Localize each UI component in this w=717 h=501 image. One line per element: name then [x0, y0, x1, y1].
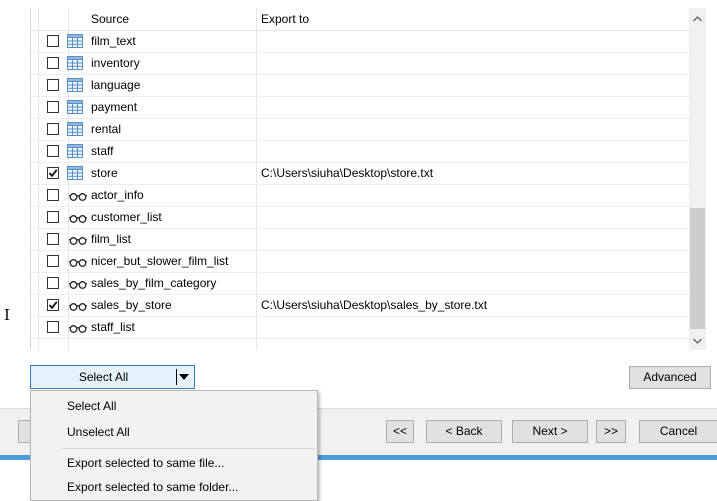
table-grid-icon: [67, 144, 83, 158]
table-header: Source Export to: [30, 8, 689, 31]
vertical-scrollbar[interactable]: [689, 8, 706, 350]
table-row[interactable]: customer_list: [30, 207, 689, 229]
table-grid-icon: [67, 78, 83, 92]
table-row[interactable]: sales_by_film_category: [30, 273, 689, 295]
cancel-button[interactable]: Cancel: [639, 420, 717, 443]
row-checkbox[interactable]: [47, 321, 59, 333]
row-checkbox[interactable]: [47, 123, 59, 135]
chevron-up-icon[interactable]: [689, 11, 706, 28]
glasses-icon: [68, 301, 88, 311]
glasses-icon: [68, 279, 88, 289]
row-checkbox[interactable]: [47, 189, 59, 201]
glasses-icon: [68, 257, 88, 267]
source-name: language: [91, 78, 141, 92]
table-row[interactable]: store C:\Users\siuha\Desktop\store.txt: [30, 163, 689, 185]
row-checkbox[interactable]: [47, 211, 59, 223]
source-name: staff: [91, 144, 114, 158]
table-grid-icon: [67, 34, 83, 48]
row-checkbox[interactable]: [47, 255, 59, 267]
table-grid-icon: [67, 122, 83, 136]
table-grid-icon: [67, 56, 83, 70]
text-cursor-icon: I: [4, 306, 10, 324]
table-row[interactable]: film_list: [30, 229, 689, 251]
source-name: staff_list: [91, 320, 135, 334]
source-name: film_list: [91, 232, 132, 246]
chevron-down-icon[interactable]: [689, 333, 706, 350]
table-row[interactable]: film_text: [30, 31, 689, 53]
column-header-source[interactable]: Source: [91, 8, 129, 30]
caret-down-icon[interactable]: [179, 374, 189, 380]
row-checkbox-checked[interactable]: [47, 167, 59, 179]
column-header-export-to[interactable]: Export to: [261, 8, 309, 30]
row-checkbox-checked[interactable]: [47, 299, 59, 311]
table-row[interactable]: staff_list: [30, 317, 689, 339]
source-name: sales_by_store: [91, 298, 172, 312]
table-row[interactable]: actor_info: [30, 185, 689, 207]
row-checkbox[interactable]: [47, 233, 59, 245]
source-name: film_text: [91, 34, 136, 48]
table-row[interactable]: nicer_but_slower_film_list: [30, 251, 689, 273]
menu-item-unselect-all[interactable]: Unselect All: [67, 421, 130, 443]
table-row[interactable]: staff: [30, 141, 689, 163]
select-all-split-button[interactable]: Select All: [30, 365, 195, 389]
glasses-icon: [68, 191, 88, 201]
menu-separator: [63, 448, 315, 449]
table-grid-icon: [67, 100, 83, 114]
row-checkbox[interactable]: [47, 57, 59, 69]
source-name: inventory: [91, 56, 140, 70]
menu-item-select-all[interactable]: Select All: [67, 395, 116, 417]
select-all-dropdown-menu: Select All Unselect All Export selected …: [30, 390, 318, 501]
row-checkbox[interactable]: [47, 35, 59, 47]
source-name: actor_info: [91, 188, 144, 202]
table-row[interactable]: rental: [30, 119, 689, 141]
menu-item-export-same-folder[interactable]: Export selected to same folder...: [67, 476, 238, 498]
back-button[interactable]: < Back: [426, 420, 502, 443]
source-name: nicer_but_slower_film_list: [91, 254, 229, 268]
row-checkbox[interactable]: [47, 145, 59, 157]
table-row[interactable]: inventory: [30, 53, 689, 75]
last-page-button[interactable]: >>: [596, 420, 626, 443]
source-name: sales_by_film_category: [91, 276, 217, 290]
table-row[interactable]: sales_by_store C:\Users\siuha\Desktop\sal…: [30, 295, 689, 317]
table-border: [30, 8, 31, 350]
advanced-button[interactable]: Advanced: [629, 366, 711, 389]
first-page-button[interactable]: <<: [386, 420, 414, 443]
row-checkbox[interactable]: [47, 79, 59, 91]
scrollbar-thumb[interactable]: [690, 208, 705, 329]
glasses-icon: [68, 213, 88, 223]
export-path[interactable]: C:\Users\siuha\Desktop\sales_by_store.tx…: [261, 295, 487, 316]
table-grid-icon: [67, 166, 83, 180]
next-button[interactable]: Next >: [512, 420, 588, 443]
menu-item-export-same-file[interactable]: Export selected to same file...: [67, 452, 224, 474]
export-path[interactable]: C:\Users\siuha\Desktop\store.txt: [261, 163, 433, 184]
table-row[interactable]: payment: [30, 97, 689, 119]
glasses-icon: [68, 323, 88, 333]
source-name: payment: [91, 100, 138, 114]
split-divider: [176, 369, 177, 385]
select-all-button[interactable]: Select All: [31, 366, 176, 388]
table-row[interactable]: language: [30, 75, 689, 97]
source-name: customer_list: [91, 210, 162, 224]
glasses-icon: [68, 235, 88, 245]
source-name: store: [91, 166, 118, 180]
source-name: rental: [91, 122, 122, 136]
row-checkbox[interactable]: [47, 101, 59, 113]
table-body: film_text inventory language payment rental s…: [30, 31, 689, 339]
export-table: Source Export to film_text inventory langu…: [30, 8, 689, 350]
row-checkbox[interactable]: [47, 277, 59, 289]
